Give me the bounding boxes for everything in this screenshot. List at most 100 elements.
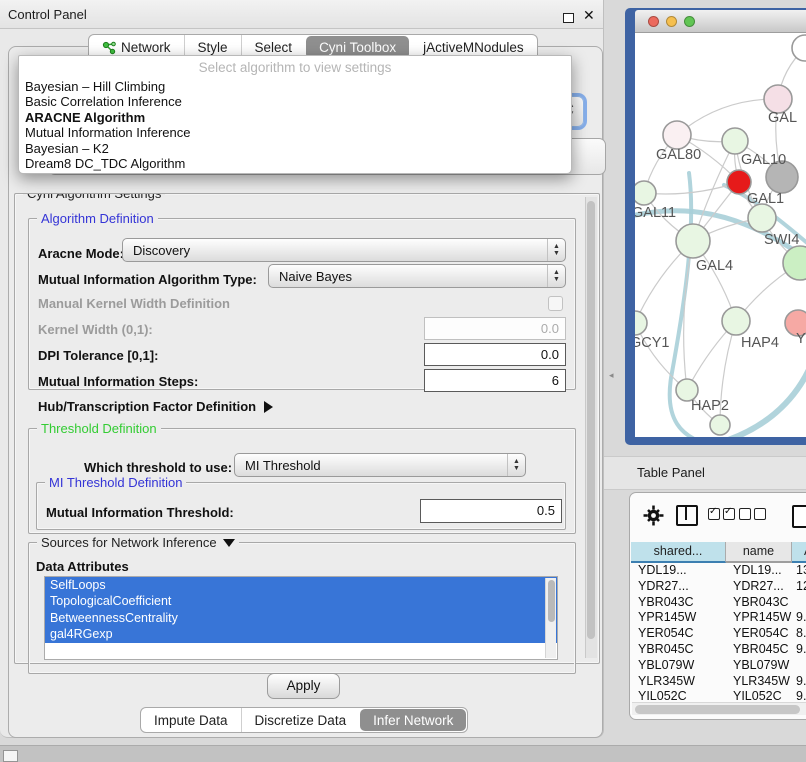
table-row[interactable]: YLR345WYLR345W9. xyxy=(631,674,806,690)
combo-stepper-icon: ▲▼ xyxy=(547,239,565,261)
table-cell xyxy=(792,658,806,674)
table-row[interactable]: YDR27...YDR27...12 xyxy=(631,579,806,595)
network-window-titlebar xyxy=(635,10,806,33)
network-node[interactable] xyxy=(748,204,776,232)
network-node-label: GAL11 xyxy=(635,205,676,221)
manual-kernel-checkbox[interactable] xyxy=(548,296,563,311)
dropdown-item-dream8-dc-tdc-algorithm[interactable]: Dream8 DC_TDC Algorithm xyxy=(19,156,571,171)
control-panel-window: Control Panel ✕ ▲▼ NetworkStyleSelectCyn… xyxy=(0,0,604,738)
table-row[interactable]: YPR145WYPR145W9. xyxy=(631,610,806,626)
data-attributes-label: Data Attributes xyxy=(36,559,129,574)
table-row[interactable]: YBR045CYBR045C9. xyxy=(631,642,806,658)
network-node[interactable] xyxy=(635,311,647,335)
apply-button[interactable]: Apply xyxy=(267,673,340,699)
gear-icon[interactable] xyxy=(643,505,664,529)
float-window-icon[interactable] xyxy=(563,13,574,23)
mi-threshold-field[interactable]: 0.5 xyxy=(420,499,562,523)
mi-algorithm-type-select[interactable]: Naive Bayes ▲▼ xyxy=(268,264,566,288)
table-toolbar xyxy=(630,499,806,539)
split-columns-icon[interactable] xyxy=(676,505,698,526)
bottom-tab-bar: Impute DataDiscretize DataInfer Network xyxy=(140,707,468,733)
network-node[interactable] xyxy=(722,128,748,154)
table-cell xyxy=(792,595,806,611)
status-strip xyxy=(0,745,806,762)
dropdown-item-list: Bayesian – Hill ClimbingBasic Correlatio… xyxy=(19,79,571,171)
network-node[interactable] xyxy=(710,415,730,435)
tab-label: Cyni Toolbox xyxy=(319,40,396,55)
zoom-traffic-light[interactable] xyxy=(684,16,695,27)
kernel-width-field[interactable]: 0.0 xyxy=(424,317,566,340)
settings-group-title: Cyni Algorithm Settings xyxy=(23,193,165,201)
table-hscroll-thumb[interactable] xyxy=(635,705,800,714)
dropdown-item-bayesian-hill-climbing[interactable]: Bayesian – Hill Climbing xyxy=(19,79,571,94)
network-node[interactable] xyxy=(663,121,691,149)
control-panel-titlebar: Control Panel ✕ xyxy=(0,0,603,29)
document-icon[interactable] xyxy=(792,505,806,528)
network-node[interactable] xyxy=(676,224,710,258)
table-cell: 9. xyxy=(792,610,806,626)
table-cell: YDR27... xyxy=(726,579,792,595)
tab-discretize-data[interactable]: Discretize Data xyxy=(241,708,360,732)
close-icon[interactable]: ✕ xyxy=(583,7,595,24)
attributes-scrollbar[interactable] xyxy=(545,578,556,658)
checkbox-unchecked-icon xyxy=(754,508,766,520)
attribute-item[interactable]: gal4RGexp xyxy=(45,626,557,642)
checked-columns-icon[interactable] xyxy=(708,508,738,523)
table-panel-titlebar: Table Panel xyxy=(604,456,806,490)
dropdown-item-basic-correlation-inference[interactable]: Basic Correlation Inference xyxy=(19,94,571,109)
table-horizontal-scrollbar[interactable] xyxy=(632,702,806,715)
network-node[interactable] xyxy=(792,35,806,61)
minimize-traffic-light[interactable] xyxy=(666,16,677,27)
network-canvas[interactable]: GALGAL80GAL10GAL1SWI4GAL11GAL4GCY1HAP4YH… xyxy=(635,33,806,437)
network-node[interactable] xyxy=(722,307,750,335)
network-node[interactable] xyxy=(764,85,792,113)
dropdown-hint: Select algorithm to view settings xyxy=(19,60,571,75)
tab-infer-network[interactable]: Infer Network xyxy=(360,709,466,731)
network-node-label: HAP4 xyxy=(741,335,779,351)
network-icon xyxy=(102,41,116,55)
which-threshold-select[interactable]: MI Threshold ▲▼ xyxy=(234,453,526,477)
hub-definition-expander[interactable]: Hub/Transcription Factor Definition xyxy=(38,399,273,414)
resize-grip-icon[interactable] xyxy=(3,750,18,762)
attribute-item[interactable]: BetweennessCentrality xyxy=(45,610,557,626)
dropdown-item-bayesian-k2[interactable]: Bayesian – K2 xyxy=(19,141,571,156)
expand-arrow-icon xyxy=(264,401,273,413)
data-attributes-list[interactable]: SelfLoopsTopologicalCoefficientBetweenne… xyxy=(44,576,558,660)
table-row[interactable]: YBL079WYBL079W xyxy=(631,658,806,674)
table-cell: YBR045C xyxy=(631,642,726,658)
table-rows: YDL19...YDL19...13YDR27...YDR27...12YBR0… xyxy=(631,563,806,705)
tab-impute-data[interactable]: Impute Data xyxy=(141,708,241,732)
mi-steps-field[interactable]: 6 xyxy=(424,369,566,392)
checkbox-checked-icon xyxy=(708,508,720,520)
unchecked-columns-icon[interactable] xyxy=(739,508,769,523)
panel-divider-handle[interactable]: ◂ xyxy=(609,371,615,380)
table-cell: 13 xyxy=(792,563,806,579)
column-header-name[interactable]: name xyxy=(726,542,792,563)
mi-steps-label: Mutual Information Steps: xyxy=(38,374,198,389)
collapse-arrow-icon[interactable] xyxy=(223,539,235,547)
table-row[interactable]: YER054CYER054C8. xyxy=(631,626,806,642)
aracne-mode-select[interactable]: Discovery ▲▼ xyxy=(122,238,566,262)
table-cell: YER054C xyxy=(726,626,792,642)
combo-stepper-icon: ▲▼ xyxy=(507,454,525,476)
network-node-label: GAL1 xyxy=(747,191,784,207)
table-row[interactable]: YBR043CYBR043C xyxy=(631,595,806,611)
dropdown-item-mutual-information-inference[interactable]: Mutual Information Inference xyxy=(19,125,571,140)
dpi-tolerance-field[interactable]: 0.0 xyxy=(424,343,566,366)
close-traffic-light[interactable] xyxy=(648,16,659,27)
algorithm-definition-title: Algorithm Definition xyxy=(37,211,158,226)
attribute-item[interactable]: SelfLoops xyxy=(45,577,557,593)
settings-scrollbar-thumb[interactable] xyxy=(587,201,595,639)
kernel-width-label: Kernel Width (0,1): xyxy=(38,322,153,337)
table-row[interactable]: YDL19...YDL19...13 xyxy=(631,563,806,579)
network-view-window: GALGAL80GAL10GAL1SWI4GAL11GAL4GCY1HAP4YH… xyxy=(625,8,806,445)
column-header-a[interactable]: A xyxy=(792,542,806,563)
attribute-item[interactable]: TopologicalCoefficient xyxy=(45,593,557,609)
table-cell: 12 xyxy=(792,579,806,595)
network-node[interactable] xyxy=(635,181,656,205)
network-node-label: Y xyxy=(796,331,806,347)
column-header-shared-[interactable]: shared... xyxy=(631,542,726,563)
attributes-scrollbar-thumb[interactable] xyxy=(548,580,555,622)
dropdown-item-aracne-algorithm[interactable]: ARACNE Algorithm xyxy=(19,110,571,125)
table-cell: YDR27... xyxy=(631,579,726,595)
